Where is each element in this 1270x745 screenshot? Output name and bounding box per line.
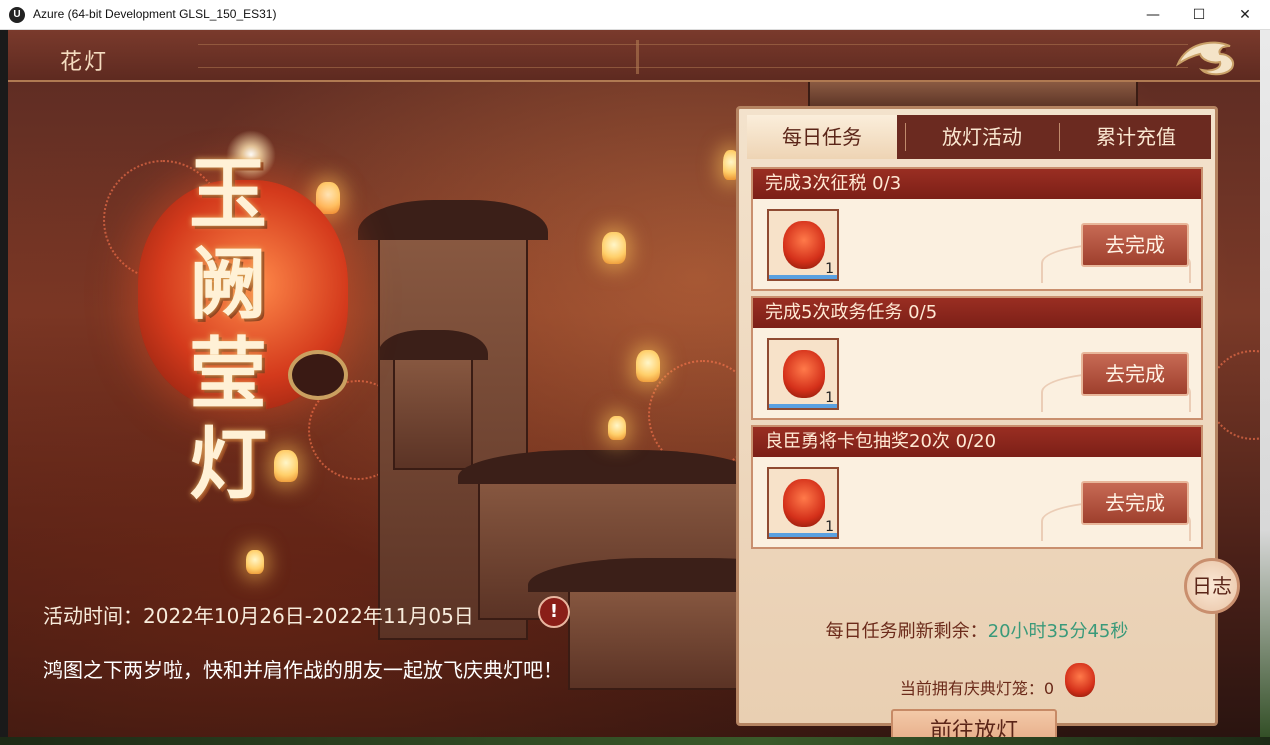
lantern-reward-icon [783,350,825,398]
page-title: 花灯 [60,50,109,75]
task-title: 良臣勇将卡包抽奖20次 0/20 [753,427,1201,457]
header-rail [198,44,1188,68]
task-card: 完成3次征税 0/3 1 去完成 [751,167,1203,291]
tab-cumulative-recharge[interactable]: 累计充值 [1061,115,1211,159]
desktop-background [1260,30,1270,745]
reward-slot[interactable]: 1 [767,467,839,539]
reward-rarity-bar [769,533,837,537]
event-title-art: 玉阙莹灯 [188,149,267,510]
pavilion-building [393,350,473,470]
reward-slot[interactable]: 1 [767,209,839,281]
refresh-countdown: 每日任务刷新剩余：20小时35分45秒 [739,617,1215,643]
minimize-button[interactable]: — [1130,0,1176,30]
tab-bar: 每日任务 放灯活动 累计充值 [747,115,1211,159]
page-header: 花灯 [8,30,1260,82]
event-description: 鸿图之下两岁啦，快和并肩作战的朋友一起放飞庆典灯吧！ [43,658,563,682]
refresh-timer: 20小时35分45秒 [987,621,1129,642]
go-release-lantern-button[interactable]: 前往放灯 [891,709,1057,737]
lantern-icon [1065,663,1095,697]
log-button[interactable]: 日志 [1184,558,1240,614]
tab-separator [1059,123,1060,151]
go-complete-button[interactable]: 去完成 [1081,481,1189,525]
tab-lantern-event[interactable]: 放灯活动 [907,115,1057,159]
tab-daily-tasks[interactable]: 每日任务 [747,115,897,159]
sky-lantern [602,232,626,264]
sky-lantern [246,550,264,574]
task-card: 完成5次政务任务 0/5 1 去完成 [751,296,1203,420]
tab-separator [905,123,906,151]
dragon-back-icon[interactable] [1172,34,1242,80]
hall-roof [458,450,758,484]
unreal-app-icon: U [9,7,25,23]
task-card: 良臣勇将卡包抽奖20次 0/20 1 去完成 [751,425,1203,549]
header-divider [636,40,639,74]
lantern-reward-icon [783,221,825,269]
maximize-button[interactable]: ☐ [1176,0,1222,30]
window-titlebar: U Azure (64-bit Development GLSL_150_ES3… [0,0,1270,30]
tower-roof [358,200,548,240]
sky-lantern [608,416,626,440]
owned-lantern-count: 当前拥有庆典灯笼：0 [899,679,1055,698]
task-title: 完成5次政务任务 0/5 [753,298,1201,328]
go-complete-button[interactable]: 去完成 [1081,223,1189,267]
sky-lantern [636,350,660,382]
pavilion-roof [378,330,488,360]
info-warning-icon[interactable]: ! [538,596,570,628]
window-title: Azure (64-bit Development GLSL_150_ES31) [33,7,277,21]
close-button[interactable]: ✕ [1222,0,1268,30]
lantern-cap [288,350,348,400]
game-viewport: 玉阙莹灯 花灯 活动时间：2022年10月26日-2022年11月05日 ! 鸿… [8,30,1260,737]
task-title: 完成3次征税 0/3 [753,169,1201,199]
desktop-bottom [0,737,1270,745]
reward-rarity-bar [769,275,837,279]
event-time: 活动时间：2022年10月26日-2022年11月05日 [43,604,474,628]
lantern-reward-icon [783,479,825,527]
refresh-label: 每日任务刷新剩余： [825,621,988,642]
reward-slot[interactable]: 1 [767,338,839,410]
reward-rarity-bar [769,404,837,408]
go-complete-button[interactable]: 去完成 [1081,352,1189,396]
task-panel: 每日任务 放灯活动 累计充值 完成3次征税 0/3 1 去完成 完成5次政务任务… [736,106,1218,737]
